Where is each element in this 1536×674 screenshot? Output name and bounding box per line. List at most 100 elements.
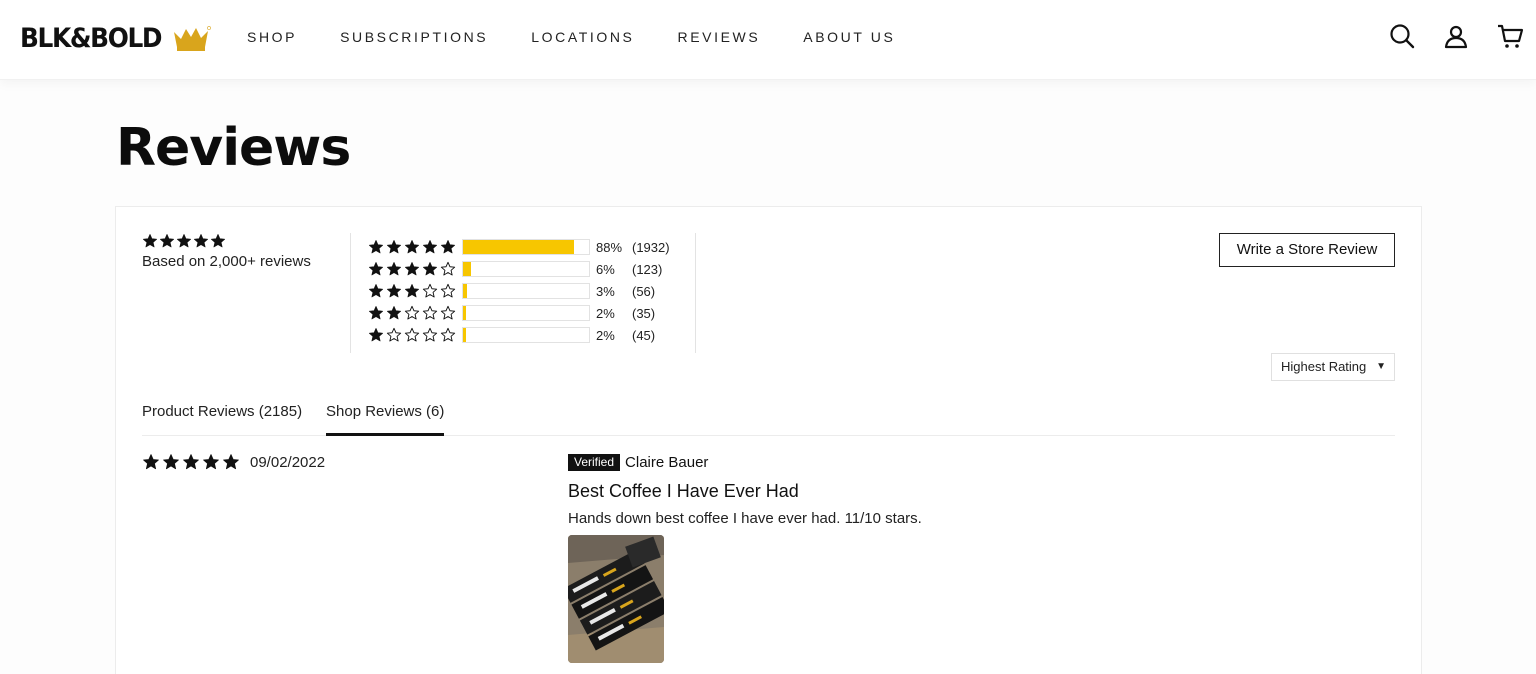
search-icon[interactable] <box>1388 22 1416 50</box>
rating-bar-fill <box>463 284 467 298</box>
review-title: Best Coffee I Have Ever Had <box>568 481 799 501</box>
star-filled-icon <box>369 240 383 254</box>
star-filled-icon <box>387 240 401 254</box>
star-filled-icon <box>143 454 159 470</box>
header-actions <box>1388 22 1524 50</box>
star-empty-icon <box>440 261 456 276</box>
star-filled-icon <box>223 454 239 470</box>
nav-subscriptions[interactable]: SUBSCRIPTIONS <box>340 28 488 46</box>
verified-badge: Verified <box>568 453 621 471</box>
star-filled-icon <box>194 234 208 248</box>
caret-down-icon: ▼ <box>1376 361 1386 372</box>
star-filled-icon <box>211 234 225 248</box>
star-empty-icon <box>404 305 420 320</box>
star-empty-icon <box>422 327 438 342</box>
star-filled-icon <box>405 262 419 276</box>
account-icon[interactable] <box>1442 22 1470 50</box>
row-stars <box>368 283 456 299</box>
star-empty-icon <box>422 283 438 298</box>
row-stars <box>368 305 456 321</box>
histogram-row-2[interactable]: 2% (35) <box>368 303 682 323</box>
review-photo[interactable] <box>568 535 664 663</box>
cart-icon[interactable] <box>1496 22 1524 50</box>
reviews-widget: Based on 2,000+ reviews 88% (1932) 6% (1… <box>115 206 1422 674</box>
row-stars <box>368 327 456 343</box>
histogram-row-5[interactable]: 88% (1932) <box>368 237 682 257</box>
star-filled-icon <box>369 328 383 342</box>
rating-bar-fill <box>463 262 471 276</box>
star-empty-icon <box>422 305 438 320</box>
star-filled-icon <box>387 306 401 320</box>
rating-bar <box>462 305 590 321</box>
star-filled-icon <box>143 234 157 248</box>
rating-summary: Based on 2,000+ reviews <box>142 233 311 270</box>
rating-percent: 88% <box>596 239 623 255</box>
site-header: BLK&BOLD SHOP SUBSCRIPTIONS LOCATIONS RE… <box>0 0 1536 80</box>
star-filled-icon <box>160 234 174 248</box>
main-nav: SHOP SUBSCRIPTIONS LOCATIONS REVIEWS ABO… <box>247 28 938 46</box>
star-filled-icon <box>203 454 219 470</box>
rating-count: (45) <box>632 327 656 343</box>
star-empty-icon <box>440 305 456 320</box>
summary-stars <box>142 233 311 249</box>
nav-shop[interactable]: SHOP <box>247 28 297 46</box>
row-stars <box>368 239 456 255</box>
nav-about-us[interactable]: ABOUT US <box>803 28 895 46</box>
star-filled-icon <box>405 240 419 254</box>
histogram-row-4[interactable]: 6% (123) <box>368 259 682 279</box>
nav-locations[interactable]: LOCATIONS <box>531 28 634 46</box>
star-filled-icon <box>423 240 437 254</box>
rating-percent: 6% <box>596 261 615 277</box>
star-filled-icon <box>369 262 383 276</box>
sort-label: Highest Rating <box>1281 359 1367 374</box>
star-filled-icon <box>387 262 401 276</box>
rating-bar <box>462 327 590 343</box>
star-empty-icon <box>404 327 420 342</box>
star-filled-icon <box>441 240 455 254</box>
histogram-row-3[interactable]: 3% (56) <box>368 281 682 301</box>
rating-percent: 3% <box>596 283 615 299</box>
review-content: Verified Claire Bauer Best Coffee I Have… <box>568 453 1268 663</box>
sort-select[interactable]: Highest Rating ▼ <box>1271 353 1395 381</box>
review-date: 09/02/2022 <box>250 453 326 471</box>
rating-count: (1932) <box>632 239 670 255</box>
star-filled-icon <box>369 284 383 298</box>
star-filled-icon <box>163 454 179 470</box>
rating-percent: 2% <box>596 305 615 321</box>
review-rating: 09/02/2022 <box>142 453 325 471</box>
review-stars <box>142 453 241 471</box>
rating-bar-fill <box>463 328 466 342</box>
rating-bar-fill <box>463 306 466 320</box>
star-filled-icon <box>423 262 437 276</box>
star-filled-icon <box>387 284 401 298</box>
tab-product-reviews[interactable]: Product Reviews (2185) <box>142 403 302 436</box>
histogram-row-1[interactable]: 2% (45) <box>368 325 682 345</box>
rating-bar <box>462 283 590 299</box>
star-empty-icon <box>440 283 456 298</box>
star-filled-icon <box>369 306 383 320</box>
star-empty-icon <box>440 327 456 342</box>
review-author: Verified Claire Bauer <box>568 453 1268 471</box>
star-empty-icon <box>386 327 402 342</box>
rating-count: (35) <box>632 305 656 321</box>
star-filled-icon <box>405 284 419 298</box>
rating-count: (123) <box>632 261 663 277</box>
rating-bar <box>462 261 590 277</box>
nav-reviews[interactable]: REVIEWS <box>678 28 761 46</box>
crown-icon <box>174 26 212 51</box>
rating-bar-fill <box>463 240 574 254</box>
review-body: Hands down best coffee I have ever had. … <box>568 510 922 527</box>
rating-count: (56) <box>632 283 656 299</box>
row-stars <box>368 261 456 277</box>
rating-histogram: 88% (1932) 6% (123) 3% (56) 2% (35) 2% (… <box>350 233 696 353</box>
author-name: Claire Bauer <box>625 453 709 471</box>
brand-logo[interactable]: BLK&BOLD <box>20 18 212 58</box>
rating-percent: 2% <box>596 327 615 343</box>
tab-shop-reviews[interactable]: Shop Reviews (6) <box>326 403 445 436</box>
page-title: Reviews <box>116 118 351 178</box>
write-store-review-button[interactable]: Write a Store Review <box>1219 233 1395 267</box>
brand-name: BLK&BOLD <box>20 22 163 54</box>
star-filled-icon <box>177 234 191 248</box>
rating-bar <box>462 239 590 255</box>
review-count-text: Based on 2,000+ reviews <box>142 253 311 270</box>
